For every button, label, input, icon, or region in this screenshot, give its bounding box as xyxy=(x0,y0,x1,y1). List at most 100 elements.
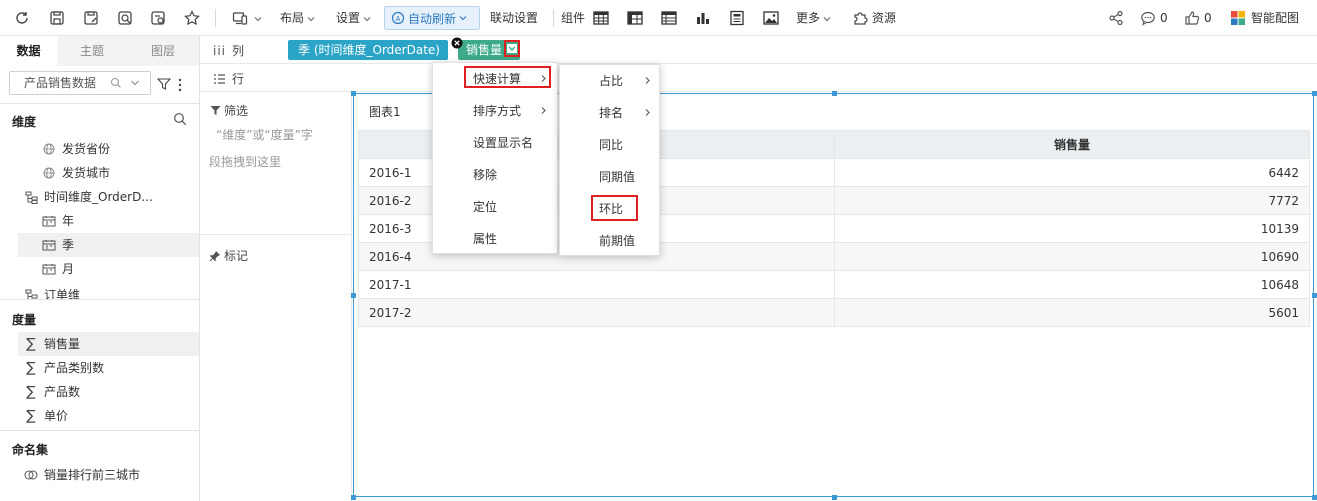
settings-doc-icon[interactable] xyxy=(148,8,168,28)
dimension-label: 订单维 xyxy=(44,288,81,299)
resize-handle[interactable] xyxy=(1312,495,1317,500)
globe-icon xyxy=(42,142,56,156)
smart-chart-button[interactable]: 智能配图 xyxy=(1230,9,1299,27)
menu-item-sort[interactable]: 排序方式 xyxy=(433,95,557,127)
image-icon[interactable] xyxy=(761,8,781,28)
sigma-icon: ∑ xyxy=(26,360,36,376)
table-header-cell[interactable]: 销售量 xyxy=(834,130,1310,159)
search-icon[interactable] xyxy=(173,112,187,126)
menu-item-display-name[interactable]: 设置显示名 xyxy=(433,127,557,159)
share-icon[interactable] xyxy=(1106,8,1126,28)
chevron-down-icon xyxy=(307,16,315,21)
refresh-icon[interactable] xyxy=(12,8,32,28)
resize-handle[interactable] xyxy=(351,91,356,96)
resize-handle[interactable] xyxy=(351,495,356,500)
measure-item[interactable]: ∑ 产品数 xyxy=(24,380,80,404)
submenu-item-previous[interactable]: 前期值 xyxy=(560,225,659,257)
linkage-settings-button[interactable]: 联动设置 xyxy=(490,9,538,27)
dimension-folder[interactable]: 订单维 xyxy=(24,283,80,299)
sigma-icon: ∑ xyxy=(26,336,36,352)
comment-icon xyxy=(1141,11,1155,26)
settings-menu[interactable]: 设置 xyxy=(336,9,371,27)
hierarchy-icon xyxy=(24,288,38,299)
comments-button[interactable]: 0 xyxy=(1140,9,1168,27)
table-cell[interactable]: 7772 xyxy=(834,186,1310,215)
row-shelf[interactable] xyxy=(200,64,1317,92)
puzzle-icon xyxy=(854,12,868,25)
calendar-icon xyxy=(42,238,56,252)
list-table-icon[interactable] xyxy=(659,8,679,28)
table-cell[interactable]: 5601 xyxy=(834,298,1310,327)
more-menu[interactable]: 更多 xyxy=(796,9,831,27)
hierarchy-icon xyxy=(24,190,38,204)
layout-menu[interactable]: 布局 xyxy=(280,9,315,27)
dimension-label: 年 xyxy=(62,214,75,228)
table-cell[interactable]: 6442 xyxy=(834,158,1310,187)
submenu-item-label: 同期值 xyxy=(599,170,636,184)
filter-sort-icon[interactable] xyxy=(157,77,171,91)
resources-button[interactable]: 资源 xyxy=(852,9,896,27)
dimension-item[interactable]: 月 xyxy=(42,257,74,281)
submenu-item-yoy[interactable]: 同比 xyxy=(560,129,659,161)
like-button[interactable]: 0 xyxy=(1184,9,1212,27)
measure-item[interactable]: ∑ 单价 xyxy=(24,404,68,428)
dimension-item[interactable]: 发货城市 xyxy=(42,161,110,185)
search-icon xyxy=(110,77,121,88)
quarter-field-pill[interactable]: 季 (时间维度_OrderDate) xyxy=(288,40,448,60)
menu-item-locate[interactable]: 定位 xyxy=(433,191,557,223)
dataset-name: 产品销售数据 xyxy=(24,76,97,90)
crosstab-icon[interactable] xyxy=(625,8,645,28)
resize-handle[interactable] xyxy=(1312,91,1317,96)
named-set-item[interactable]: 销量排行前三城市 xyxy=(24,463,140,487)
table-cell[interactable]: 10690 xyxy=(834,242,1310,271)
menu-item-properties[interactable]: 属性 xyxy=(433,223,557,255)
dimension-item[interactable]: 年 xyxy=(42,209,74,233)
remove-pill-icon[interactable] xyxy=(451,37,463,49)
quick-calc-submenu: 占比 排名 同比 同期值 环比 前期值 xyxy=(559,64,660,256)
text-component-icon[interactable] xyxy=(727,8,747,28)
tab-data[interactable]: 数据 xyxy=(0,36,57,66)
preview-icon[interactable] xyxy=(115,8,135,28)
menu-item-remove[interactable]: 移除 xyxy=(433,159,557,191)
pill-dropdown-button[interactable] xyxy=(504,40,520,57)
star-icon[interactable] xyxy=(182,8,202,28)
menu-item-label: 移除 xyxy=(473,168,498,182)
resize-handle[interactable] xyxy=(832,495,837,500)
table-cell[interactable]: 2017-2 xyxy=(358,298,835,327)
calendar-icon xyxy=(42,262,56,276)
measure-item[interactable]: ∑ 产品类别数 xyxy=(24,356,104,380)
save-icon[interactable] xyxy=(47,8,67,28)
table-cell[interactable]: 2017-1 xyxy=(358,270,835,299)
table-row: 2017-1 10648 xyxy=(358,270,1310,299)
resize-handle[interactable] xyxy=(1312,293,1317,298)
dimension-folder[interactable]: 时间维度_OrderD... xyxy=(24,185,153,209)
device-icon[interactable] xyxy=(230,8,250,28)
measure-item-selected[interactable]: ∑ 销售量 xyxy=(24,332,80,356)
dimension-item[interactable]: 发货省份 xyxy=(42,137,110,161)
highlight-box xyxy=(464,66,551,88)
submenu-item-same-period[interactable]: 同期值 xyxy=(560,161,659,193)
table-cell[interactable]: 10139 xyxy=(834,214,1310,243)
mark-shelf[interactable] xyxy=(200,235,352,501)
dataset-select[interactable]: 产品销售数据 xyxy=(9,71,151,95)
save-as-icon[interactable] xyxy=(81,8,101,28)
resize-handle[interactable] xyxy=(351,293,356,298)
auto-refresh-button[interactable]: A 自动刷新 xyxy=(384,6,480,30)
smart-chart-icon xyxy=(1231,11,1245,25)
named-set-icon xyxy=(24,468,38,482)
resize-handle[interactable] xyxy=(832,91,837,96)
tab-theme[interactable]: 主题 xyxy=(57,36,127,66)
bar-chart-icon[interactable] xyxy=(693,8,713,28)
chevron-down-icon xyxy=(254,17,262,22)
table-cell[interactable]: 10648 xyxy=(834,270,1310,299)
table-icon[interactable] xyxy=(591,8,611,28)
filter-hint: 段拖拽到这里 xyxy=(209,155,282,169)
dimension-item-selected[interactable]: 季 xyxy=(42,233,74,257)
chevron-down-icon xyxy=(507,44,517,53)
rows-icon xyxy=(214,73,225,84)
tab-layers[interactable]: 图层 xyxy=(127,36,199,66)
submenu-item-label: 同比 xyxy=(599,138,624,152)
column-label-text: 列 xyxy=(232,44,245,58)
table-row: 2017-2 5601 xyxy=(358,298,1310,327)
more-vertical-icon[interactable] xyxy=(177,78,183,92)
